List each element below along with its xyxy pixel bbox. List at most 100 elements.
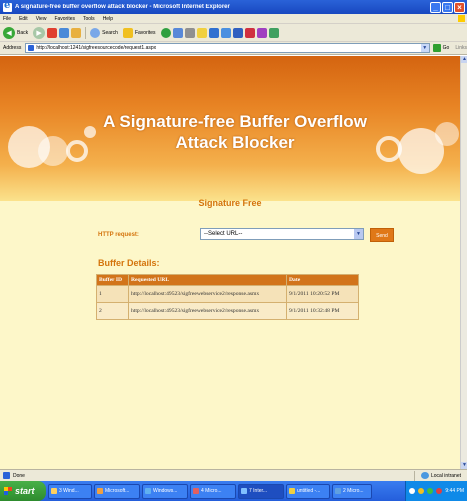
app-icon bbox=[97, 488, 103, 494]
toolbar: ◀ Back ▶ Search Favorites bbox=[0, 24, 467, 42]
vertical-scrollbar[interactable]: ▲ ▼ bbox=[460, 56, 467, 469]
cell-buffer-id: 2 bbox=[96, 302, 129, 320]
app-icon bbox=[335, 488, 341, 494]
taskbar-item[interactable]: untitled -... bbox=[286, 483, 330, 499]
windows-logo-icon bbox=[4, 487, 12, 495]
section-title: Signature Free bbox=[198, 198, 262, 208]
taskbar-item-label: Microsoft... bbox=[105, 488, 130, 494]
chevron-down-icon[interactable]: ▼ bbox=[354, 229, 363, 239]
back-button[interactable]: ◀ bbox=[3, 26, 15, 39]
menu-edit[interactable]: Edit bbox=[19, 16, 28, 22]
ie-icon bbox=[3, 0, 12, 12]
favorites-icon[interactable] bbox=[122, 27, 133, 38]
start-label: start bbox=[15, 486, 35, 496]
window-controls: _ □ × bbox=[430, 1, 465, 13]
print-icon[interactable] bbox=[184, 27, 195, 38]
close-button[interactable]: × bbox=[454, 1, 465, 13]
banner-decoration bbox=[38, 136, 68, 166]
status-text: Done bbox=[13, 472, 25, 479]
address-bar: Address http://localhost:1241/sigfreesou… bbox=[0, 42, 467, 55]
taskbar-item[interactable]: 2 Micro... bbox=[332, 483, 372, 499]
done-icon bbox=[3, 472, 10, 479]
tray-icon[interactable] bbox=[427, 488, 434, 494]
address-dropdown-icon[interactable]: ▼ bbox=[420, 44, 429, 52]
taskbar-item-label: 7 Inter... bbox=[249, 488, 268, 494]
send-button[interactable]: Send bbox=[370, 228, 394, 242]
taskbar-item[interactable]: 3 Wind... bbox=[48, 483, 92, 499]
clock: 9:44 PM bbox=[445, 488, 464, 494]
menu-tools[interactable]: Tools bbox=[83, 16, 95, 22]
page-icon bbox=[28, 45, 35, 51]
cell-date: 9/1/2011 10:20:52 PM bbox=[286, 285, 359, 303]
http-request-label: HTTP request: bbox=[98, 232, 139, 238]
media-icon[interactable] bbox=[220, 27, 231, 38]
toolbar-separator bbox=[85, 26, 87, 39]
network-icon[interactable] bbox=[409, 488, 416, 494]
mail-icon[interactable] bbox=[172, 27, 183, 38]
zone-label: Local intranet bbox=[430, 472, 461, 479]
taskbar-item-label: Windows... bbox=[153, 488, 178, 494]
page-content: A Signature-free Buffer Overflow Attack … bbox=[0, 56, 460, 469]
search-icon[interactable] bbox=[90, 27, 101, 38]
address-label: Address bbox=[3, 45, 22, 51]
favorites-label[interactable]: Favorites bbox=[135, 30, 156, 36]
buffer-table: Buffer ID Requested URL Date 1 http://lo… bbox=[96, 274, 359, 320]
paint-icon bbox=[289, 488, 295, 494]
folder-icon bbox=[51, 488, 57, 494]
banner-title: A Signature-free Buffer Overflow Attack … bbox=[103, 112, 367, 152]
taskbar-item[interactable]: 4 Micro... bbox=[190, 483, 236, 499]
forward-button[interactable]: ▶ bbox=[33, 26, 46, 39]
research-icon[interactable] bbox=[244, 27, 255, 38]
system-tray: 9:44 PM bbox=[405, 481, 467, 501]
cell-requested-url: http://localhost:49523/sigfreewebservice… bbox=[128, 285, 287, 303]
taskbar-item[interactable]: Windows... bbox=[142, 483, 188, 499]
column-header-buffer-id: Buffer ID bbox=[96, 274, 129, 286]
url-select-value: --Select URL-- bbox=[204, 231, 243, 237]
column-header-requested-url: Requested URL bbox=[128, 274, 287, 286]
messenger-icon[interactable] bbox=[232, 27, 243, 38]
title-bar: A signature-free buffer overflow attack … bbox=[0, 0, 467, 14]
address-url[interactable]: http://localhost:1241/sigfreesourcecode/… bbox=[36, 45, 156, 51]
banner-decoration bbox=[435, 122, 459, 146]
scroll-down-icon[interactable]: ▼ bbox=[461, 462, 467, 469]
column-header-date: Date bbox=[286, 274, 359, 286]
refresh-icon[interactable] bbox=[59, 27, 70, 38]
taskbar-item-label: untitled -... bbox=[297, 488, 321, 494]
address-input[interactable]: http://localhost:1241/sigfreesourcecode/… bbox=[25, 43, 430, 53]
start-button[interactable]: start bbox=[0, 481, 46, 501]
tray-icon[interactable] bbox=[436, 488, 443, 494]
home-icon[interactable] bbox=[71, 27, 82, 38]
stop-icon[interactable] bbox=[47, 27, 58, 38]
cell-date: 9/1/2011 10:32:48 PM bbox=[286, 302, 359, 320]
folder-icon[interactable] bbox=[196, 27, 207, 38]
menu-favorites[interactable]: Favorites bbox=[54, 16, 75, 22]
history-icon[interactable] bbox=[160, 27, 171, 38]
go-button[interactable]: Go bbox=[443, 45, 450, 51]
scroll-up-icon[interactable]: ▲ bbox=[461, 56, 467, 63]
tool-icon[interactable] bbox=[268, 27, 279, 38]
taskbar-item[interactable]: 7 Inter... bbox=[238, 483, 284, 499]
table-header-row: Buffer ID Requested URL Date bbox=[96, 274, 359, 286]
menu-file[interactable]: File bbox=[3, 16, 11, 22]
discuss-icon[interactable] bbox=[256, 27, 267, 38]
table-row: 2 http://localhost:49523/sigfreewebservi… bbox=[96, 302, 359, 320]
minimize-button[interactable]: _ bbox=[430, 1, 441, 13]
links-button[interactable]: Links bbox=[455, 45, 467, 51]
table-row: 1 http://localhost:49523/sigfreewebservi… bbox=[96, 285, 359, 303]
taskbar-item-label: 3 Wind... bbox=[59, 488, 79, 494]
taskbar-item[interactable]: Microsoft... bbox=[94, 483, 140, 499]
word-icon[interactable] bbox=[208, 27, 219, 38]
header-banner: A Signature-free Buffer Overflow Attack … bbox=[0, 56, 460, 201]
app-icon bbox=[145, 488, 151, 494]
taskbar-item-label: 2 Micro... bbox=[343, 488, 364, 494]
back-label[interactable]: Back bbox=[17, 30, 28, 36]
maximize-button[interactable]: □ bbox=[442, 1, 453, 13]
tray-icon[interactable] bbox=[418, 488, 425, 494]
go-icon[interactable] bbox=[432, 44, 441, 52]
status-bar: Done Local intranet bbox=[0, 469, 467, 481]
app-icon bbox=[193, 488, 199, 494]
menu-view[interactable]: View bbox=[36, 16, 47, 22]
menu-help[interactable]: Help bbox=[103, 16, 113, 22]
search-label[interactable]: Search bbox=[102, 30, 118, 36]
url-select[interactable]: --Select URL-- ▼ bbox=[200, 228, 364, 240]
